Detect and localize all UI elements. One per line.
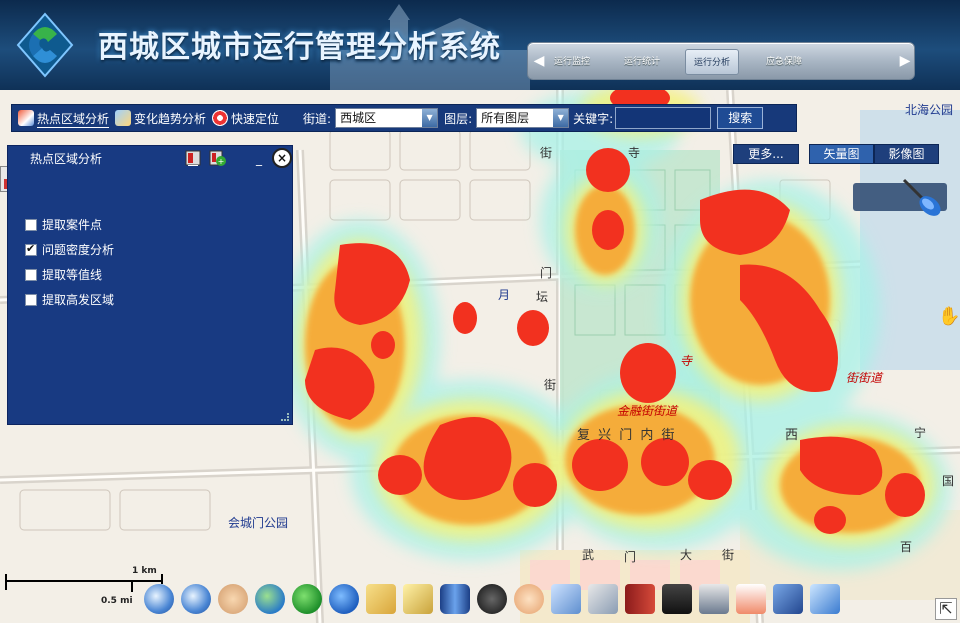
basemap-switcher: 矢量图 影像图 (809, 144, 939, 164)
map-label-jie-mid: 街 (544, 378, 557, 392)
zoom-in-icon[interactable] (144, 584, 174, 614)
panel-close-button[interactable]: × (272, 148, 292, 168)
option-extract-contours[interactable]: 提取等值线 (25, 266, 102, 283)
keyword-label: 关键字: (573, 111, 614, 126)
panel-minimize-button[interactable]: _ (256, 152, 262, 166)
expand-corner-icon[interactable]: ⇱ (935, 598, 957, 620)
map-label-men: 门 (540, 266, 553, 280)
option-density-analysis[interactable]: 问题密度分析 (25, 241, 114, 258)
map-label-wu: 武 (582, 548, 595, 562)
back-icon[interactable] (292, 584, 322, 614)
measure-length-icon[interactable] (366, 584, 396, 614)
overview-icon[interactable] (810, 584, 840, 614)
map-label-jie-bottom: 街 (722, 548, 735, 562)
scale-km-label: 1 km (132, 566, 157, 576)
tab-operation-statistics[interactable]: 运行统计 (616, 49, 668, 75)
map-label-tan: 坛 (536, 290, 549, 304)
draw-icon[interactable] (588, 584, 618, 614)
pushpin-icon[interactable] (898, 176, 944, 218)
street-label: 街道: (303, 111, 332, 126)
bookmark-icon[interactable] (625, 584, 655, 614)
layer-icon[interactable] (440, 584, 470, 614)
scale-mi-label: 0.5 mi (101, 596, 133, 606)
map-label-guo: 国 (942, 474, 955, 488)
measure-area-icon[interactable] (403, 584, 433, 614)
zoom-out-icon[interactable] (181, 584, 211, 614)
pen-trend-icon (115, 110, 132, 126)
map-tools-bar (144, 582, 847, 616)
hotspot-analysis-panel: 热点区域分析 + _ × 提取案件点 问题密度分析 提取等值线 提取高发区域 (7, 145, 293, 425)
map-hotspot-icon (18, 110, 34, 126)
map-label-jie-top: 街 (540, 146, 553, 160)
checkbox-extract-high-incidence[interactable] (25, 293, 37, 306)
tab-operation-monitoring[interactable]: 运行监控 (546, 49, 598, 75)
chevron-down-icon: ▼ (422, 109, 438, 127)
identify-icon[interactable] (514, 584, 544, 614)
keyword-input[interactable] (615, 107, 712, 129)
nav-next-icon[interactable]: ▶ (898, 51, 912, 71)
map-label-men-2: 门 (624, 550, 637, 564)
chevron-down-icon: ▼ (553, 109, 569, 127)
map-label-yue: 月 (498, 288, 511, 302)
pan-hand-icon[interactable]: ✋ (938, 306, 960, 327)
checkbox-extract-contours[interactable] (25, 268, 37, 281)
option-extract-case-points[interactable]: 提取案件点 (25, 216, 102, 233)
tool-hotspot-analysis[interactable]: 热点区域分析 (18, 104, 109, 132)
map-label-jinrong: 金融街街道 (617, 404, 678, 418)
more-button[interactable]: 更多... (733, 144, 799, 164)
target-icon (212, 110, 229, 126)
basemap-imagery-button[interactable]: 影像图 (874, 144, 939, 164)
map-label-temple-2: 寺 (680, 354, 693, 368)
map-label-xi: 西 (785, 428, 799, 443)
binoculars-icon[interactable] (477, 584, 507, 614)
map-label-temple: 寺 (628, 146, 641, 160)
nav-bar: ◀ 运行监控 运行统计 运行分析 应急保障 ▶ (527, 42, 915, 80)
layer-label: 图层: (444, 111, 473, 126)
basemap-vector-button[interactable]: 矢量图 (809, 144, 874, 164)
panel-header: 热点区域分析 + _ × (8, 146, 292, 170)
edit-icon[interactable] (551, 584, 581, 614)
save-icon[interactable] (662, 584, 692, 614)
print-icon[interactable] (699, 584, 729, 614)
tool-quick-locate[interactable]: 快速定位 (212, 104, 279, 132)
tool-trend-analysis[interactable]: 变化趋势分析 (115, 104, 206, 132)
panel-title: 热点区域分析 (30, 152, 103, 166)
svg-text:+: + (218, 157, 225, 166)
map-label-beihai-park: 北海公园 (905, 103, 954, 117)
map-add-icon[interactable]: + (208, 149, 226, 167)
scale-bar: 1 km 0.5 mi (5, 566, 165, 606)
header: 西城区城市运行管理分析系统 ◀ 运行监控 运行统计 运行分析 应急保障 ▶ (0, 0, 960, 90)
map-label-bai: 百 (900, 540, 913, 554)
panel-resize-handle[interactable] (281, 413, 289, 421)
map-label-ning: 宁 (914, 426, 927, 440)
tab-emergency-support[interactable]: 应急保障 (758, 49, 810, 75)
map-label-fuxingmennei: 复 兴 门 内 街 (577, 428, 677, 443)
map-book-icon[interactable] (184, 149, 202, 167)
analysis-toolbar: 热点区域分析 变化趋势分析 快速定位 街道: 西城区 ▼ 图层: 所有图层 ▼ … (11, 104, 797, 132)
street-select[interactable]: 西城区 ▼ (335, 108, 439, 128)
export-icon[interactable] (736, 584, 766, 614)
option-extract-high-incidence[interactable]: 提取高发区域 (25, 291, 114, 308)
app-title: 西城区城市运行管理分析系统 (98, 30, 501, 65)
map-label-da: 大 (680, 548, 693, 562)
logo-icon (16, 12, 74, 78)
checkbox-density-analysis[interactable] (25, 242, 37, 256)
map-label-street-district: 街街道 (846, 371, 883, 385)
pan-hand-icon[interactable] (218, 584, 248, 614)
full-extent-icon[interactable] (255, 584, 285, 614)
nav-prev-icon[interactable]: ◀ (532, 51, 546, 71)
layer-select[interactable]: 所有图层 ▼ (476, 108, 570, 128)
search-button[interactable]: 搜索 (717, 107, 764, 129)
checkbox-extract-case-points[interactable] (25, 218, 37, 231)
tab-operation-analysis[interactable]: 运行分析 (685, 49, 740, 75)
forward-icon[interactable] (329, 584, 359, 614)
3d-icon[interactable] (773, 584, 803, 614)
map-label-park: 会城门公园 (228, 516, 289, 530)
